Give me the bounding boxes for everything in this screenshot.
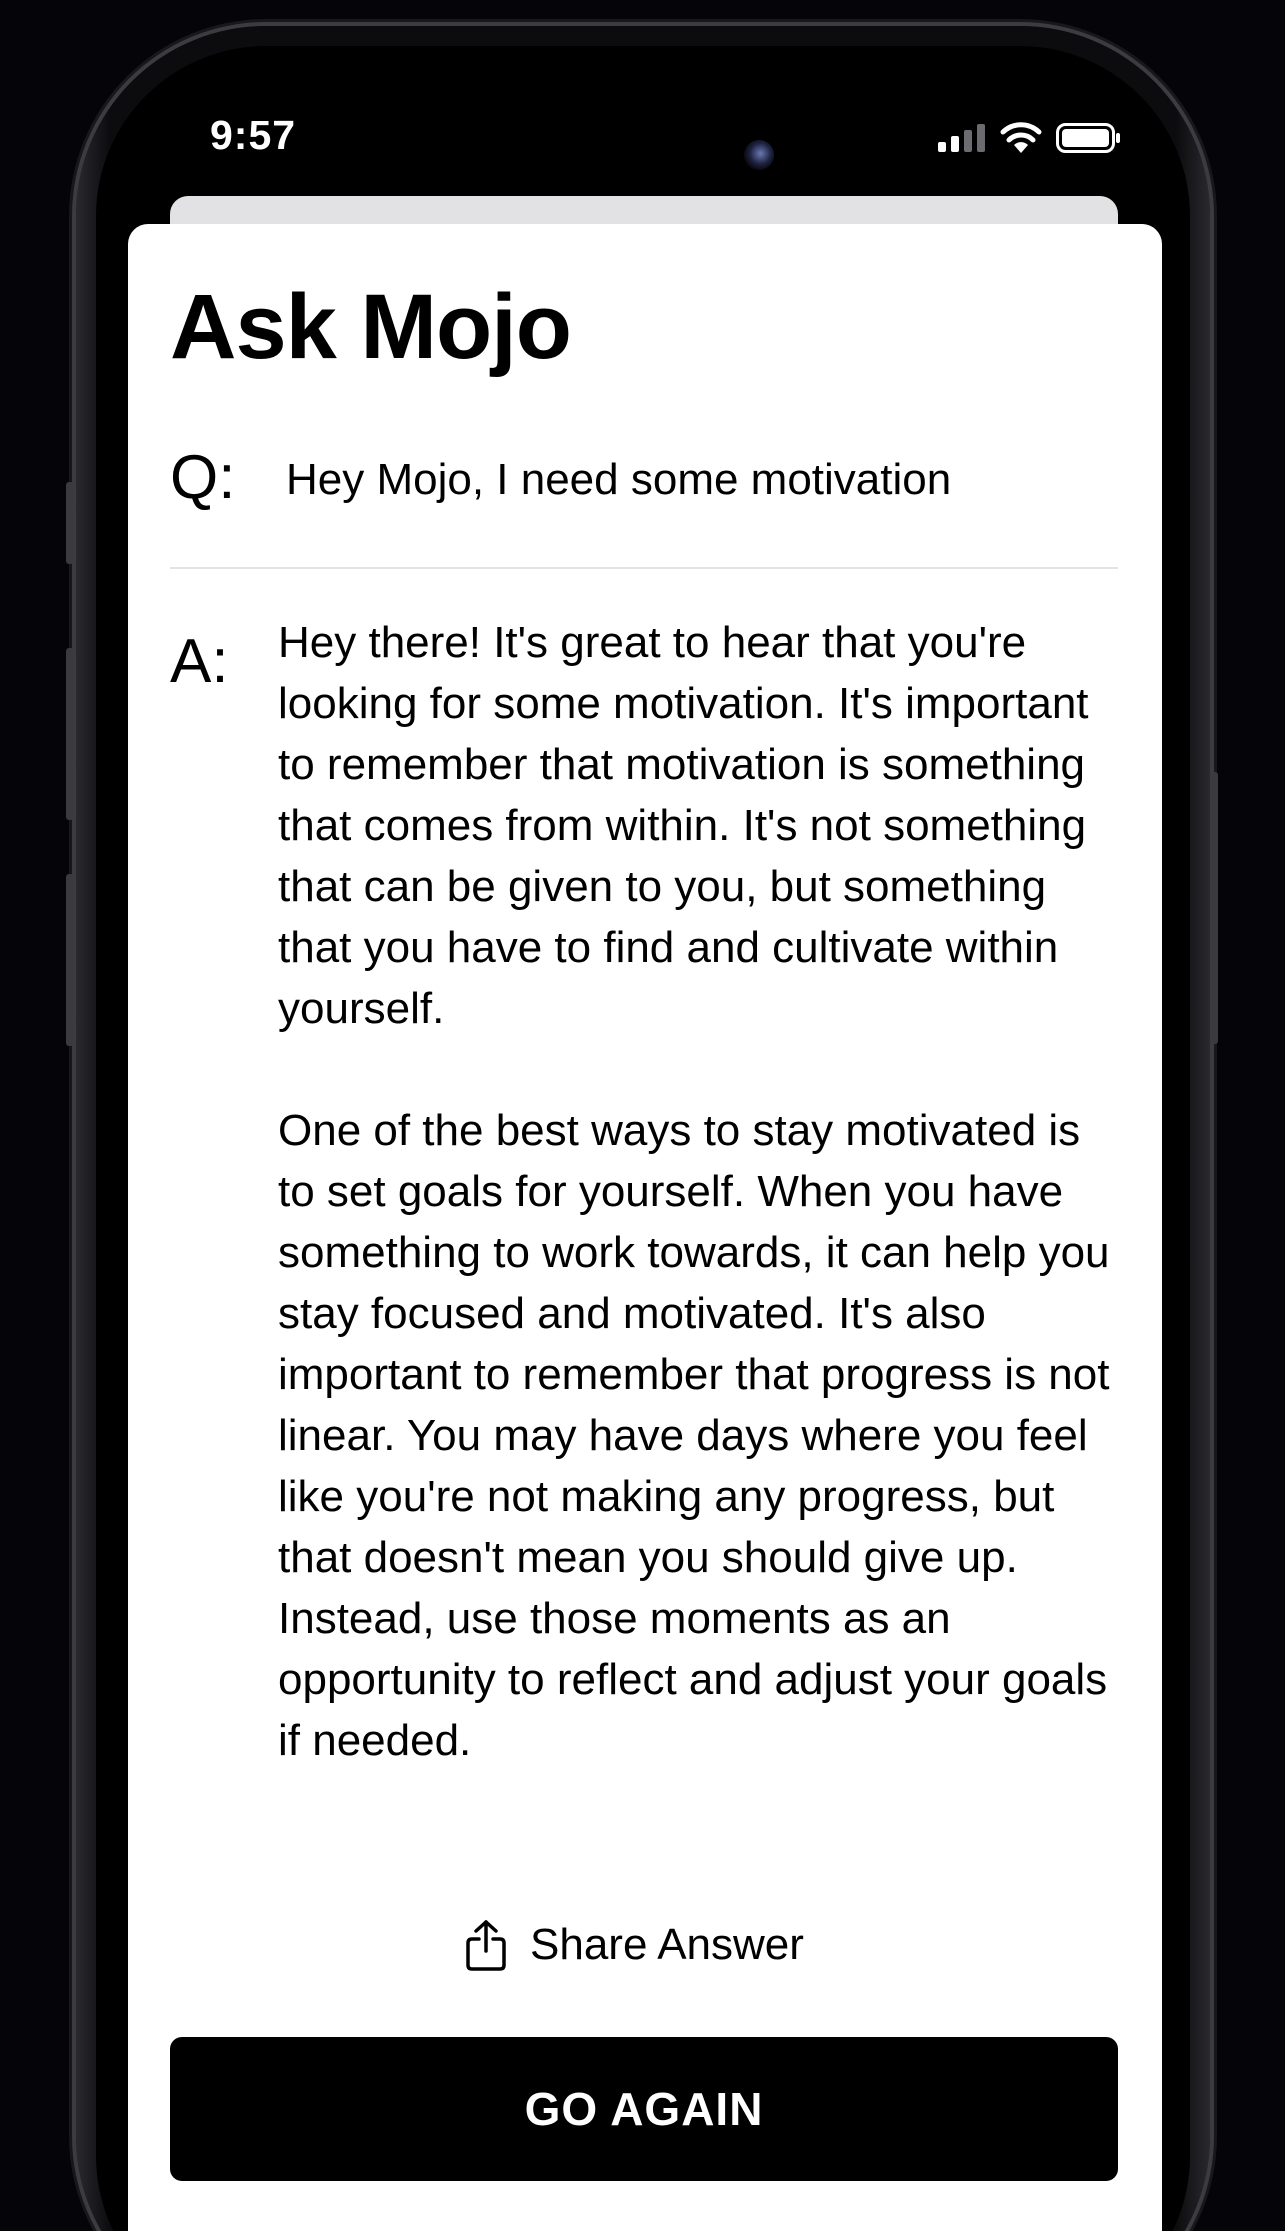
device-stage: 9:57 Ask Mojo Q: Hey Mojo, I need some m… — [0, 0, 1285, 2231]
status-time: 9:57 — [210, 112, 297, 158]
question-text: Hey Mojo, I need some motivation — [286, 455, 952, 504]
page-title: Ask Mojo — [170, 276, 572, 378]
answer-paragraph: One of the best ways to stay motivated i… — [278, 1106, 1110, 1765]
question-prefix: Q: — [170, 443, 236, 512]
power-button — [1210, 772, 1218, 1044]
action-button — [66, 482, 74, 564]
wifi-icon — [1000, 122, 1042, 153]
volume-up-button — [66, 648, 74, 820]
share-answer-button[interactable]: Share Answer — [464, 1910, 804, 1980]
front-camera — [744, 140, 774, 170]
answer-paragraph: Hey there! It's great to hear that you'r… — [278, 618, 1089, 1033]
go-again-button[interactable]: GO AGAIN — [170, 2037, 1118, 2181]
battery-icon — [1056, 123, 1120, 153]
divider — [170, 567, 1118, 569]
dynamic-island — [500, 46, 790, 202]
answer-text: Hey there! It's great to hear that you'r… — [278, 612, 1118, 1771]
volume-down-button — [66, 874, 74, 1046]
share-icon — [466, 1920, 506, 1971]
cellular-signal-icon — [938, 124, 985, 152]
answer-prefix: A: — [170, 627, 229, 696]
share-answer-label: Share Answer — [530, 1920, 804, 1969]
